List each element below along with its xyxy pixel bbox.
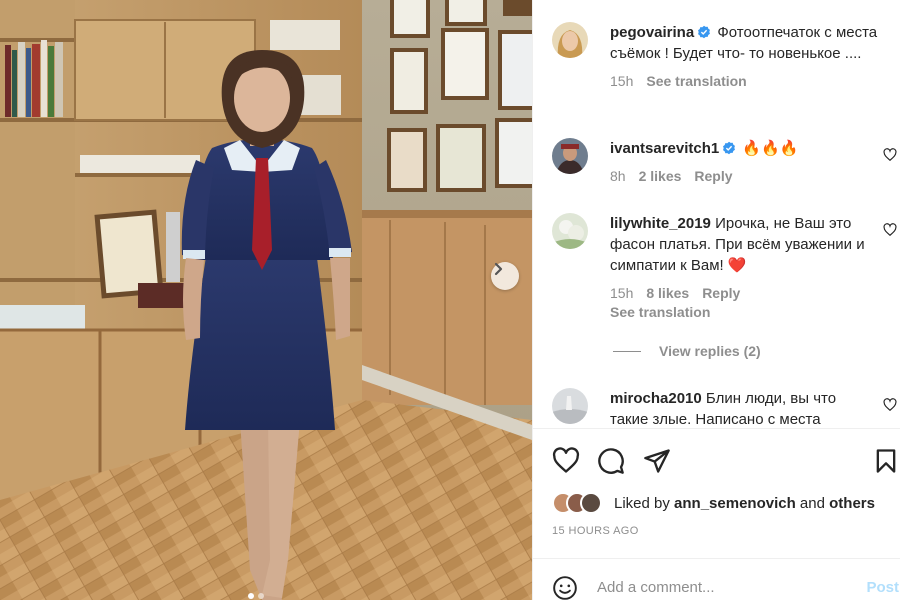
- comment-username[interactable]: ivantsarevitch1: [610, 140, 719, 157]
- comment-time[interactable]: 8h: [610, 168, 626, 184]
- comment-username[interactable]: lilywhite_2019: [610, 215, 711, 232]
- comment-text: 🔥🔥🔥: [742, 140, 799, 157]
- reply-button[interactable]: Reply: [702, 285, 740, 301]
- avatar-image: [552, 22, 588, 58]
- add-comment-input[interactable]: [597, 573, 847, 600]
- comment-likes-count[interactable]: 2 likes: [639, 168, 682, 184]
- comment-meta: 15h See translation: [610, 73, 878, 90]
- view-replies-label: View replies (2): [659, 343, 761, 359]
- view-replies-button[interactable]: View replies (2): [613, 343, 761, 359]
- comment-meta: 15h 8 likes Reply: [610, 285, 878, 302]
- carousel-dot: [258, 593, 264, 599]
- liked-by-user[interactable]: ann_semenovich: [674, 495, 796, 512]
- post-timestamp[interactable]: 15 HOURS AGO: [552, 525, 639, 537]
- like-heart-icon[interactable]: [552, 447, 580, 475]
- share-send-icon[interactable]: [643, 447, 671, 475]
- comment-username[interactable]: mirocha2010: [610, 390, 702, 407]
- add-comment-bar: Post: [533, 558, 900, 600]
- comment-time[interactable]: 15h: [610, 73, 633, 89]
- photo-scene: [0, 0, 532, 600]
- liked-by-and: and: [795, 494, 830, 512]
- avatar: [580, 492, 602, 514]
- comments-list: pegovairina Фотоотпечаток с места съёмок…: [533, 0, 900, 428]
- avatar[interactable]: [552, 388, 588, 424]
- comment-meta: 8h 2 likes Reply: [610, 168, 878, 185]
- verified-badge-icon: [698, 25, 711, 39]
- avatar[interactable]: [552, 22, 588, 58]
- like-comment-heart-icon[interactable]: [883, 148, 897, 162]
- avatar-image: [552, 138, 588, 174]
- emoji-smiley-icon[interactable]: [552, 575, 578, 600]
- verified-badge-icon: [723, 141, 736, 155]
- like-comment-heart-icon[interactable]: [883, 398, 897, 412]
- reply-button[interactable]: Reply: [694, 168, 732, 184]
- avatar-image: [552, 388, 588, 424]
- liked-by-avatars[interactable]: [552, 492, 608, 514]
- post-comment-button[interactable]: Post: [866, 579, 899, 596]
- like-comment-heart-icon[interactable]: [883, 223, 897, 237]
- comment-username[interactable]: pegovairina: [610, 24, 694, 41]
- liked-by-others[interactable]: others: [829, 495, 875, 512]
- carousel-dot-active: [248, 593, 254, 599]
- save-bookmark-icon[interactable]: [872, 447, 900, 475]
- comment-bubble-icon[interactable]: [597, 447, 625, 475]
- carousel-next-button[interactable]: [491, 262, 519, 290]
- avatar[interactable]: [552, 138, 588, 174]
- carousel-dots: [248, 593, 264, 599]
- liked-by-prefix: Liked by: [614, 494, 675, 512]
- post-actions: Liked by ann_semenovich and others 15 HO…: [533, 428, 900, 558]
- avatar[interactable]: [552, 213, 588, 249]
- see-translation-link[interactable]: See translation: [646, 73, 746, 89]
- liked-by: Liked by ann_semenovich and others: [552, 492, 875, 514]
- see-translation-link[interactable]: See translation: [610, 304, 878, 321]
- post-photo[interactable]: [0, 0, 532, 600]
- comment-likes-count[interactable]: 8 likes: [646, 285, 689, 301]
- avatar-image: [552, 213, 588, 249]
- chevron-right-icon: [494, 262, 503, 276]
- replies-divider: [613, 350, 641, 352]
- comments-panel: pegovairina Фотоотпечаток с места съёмок…: [532, 0, 900, 600]
- comment-time[interactable]: 15h: [610, 285, 633, 301]
